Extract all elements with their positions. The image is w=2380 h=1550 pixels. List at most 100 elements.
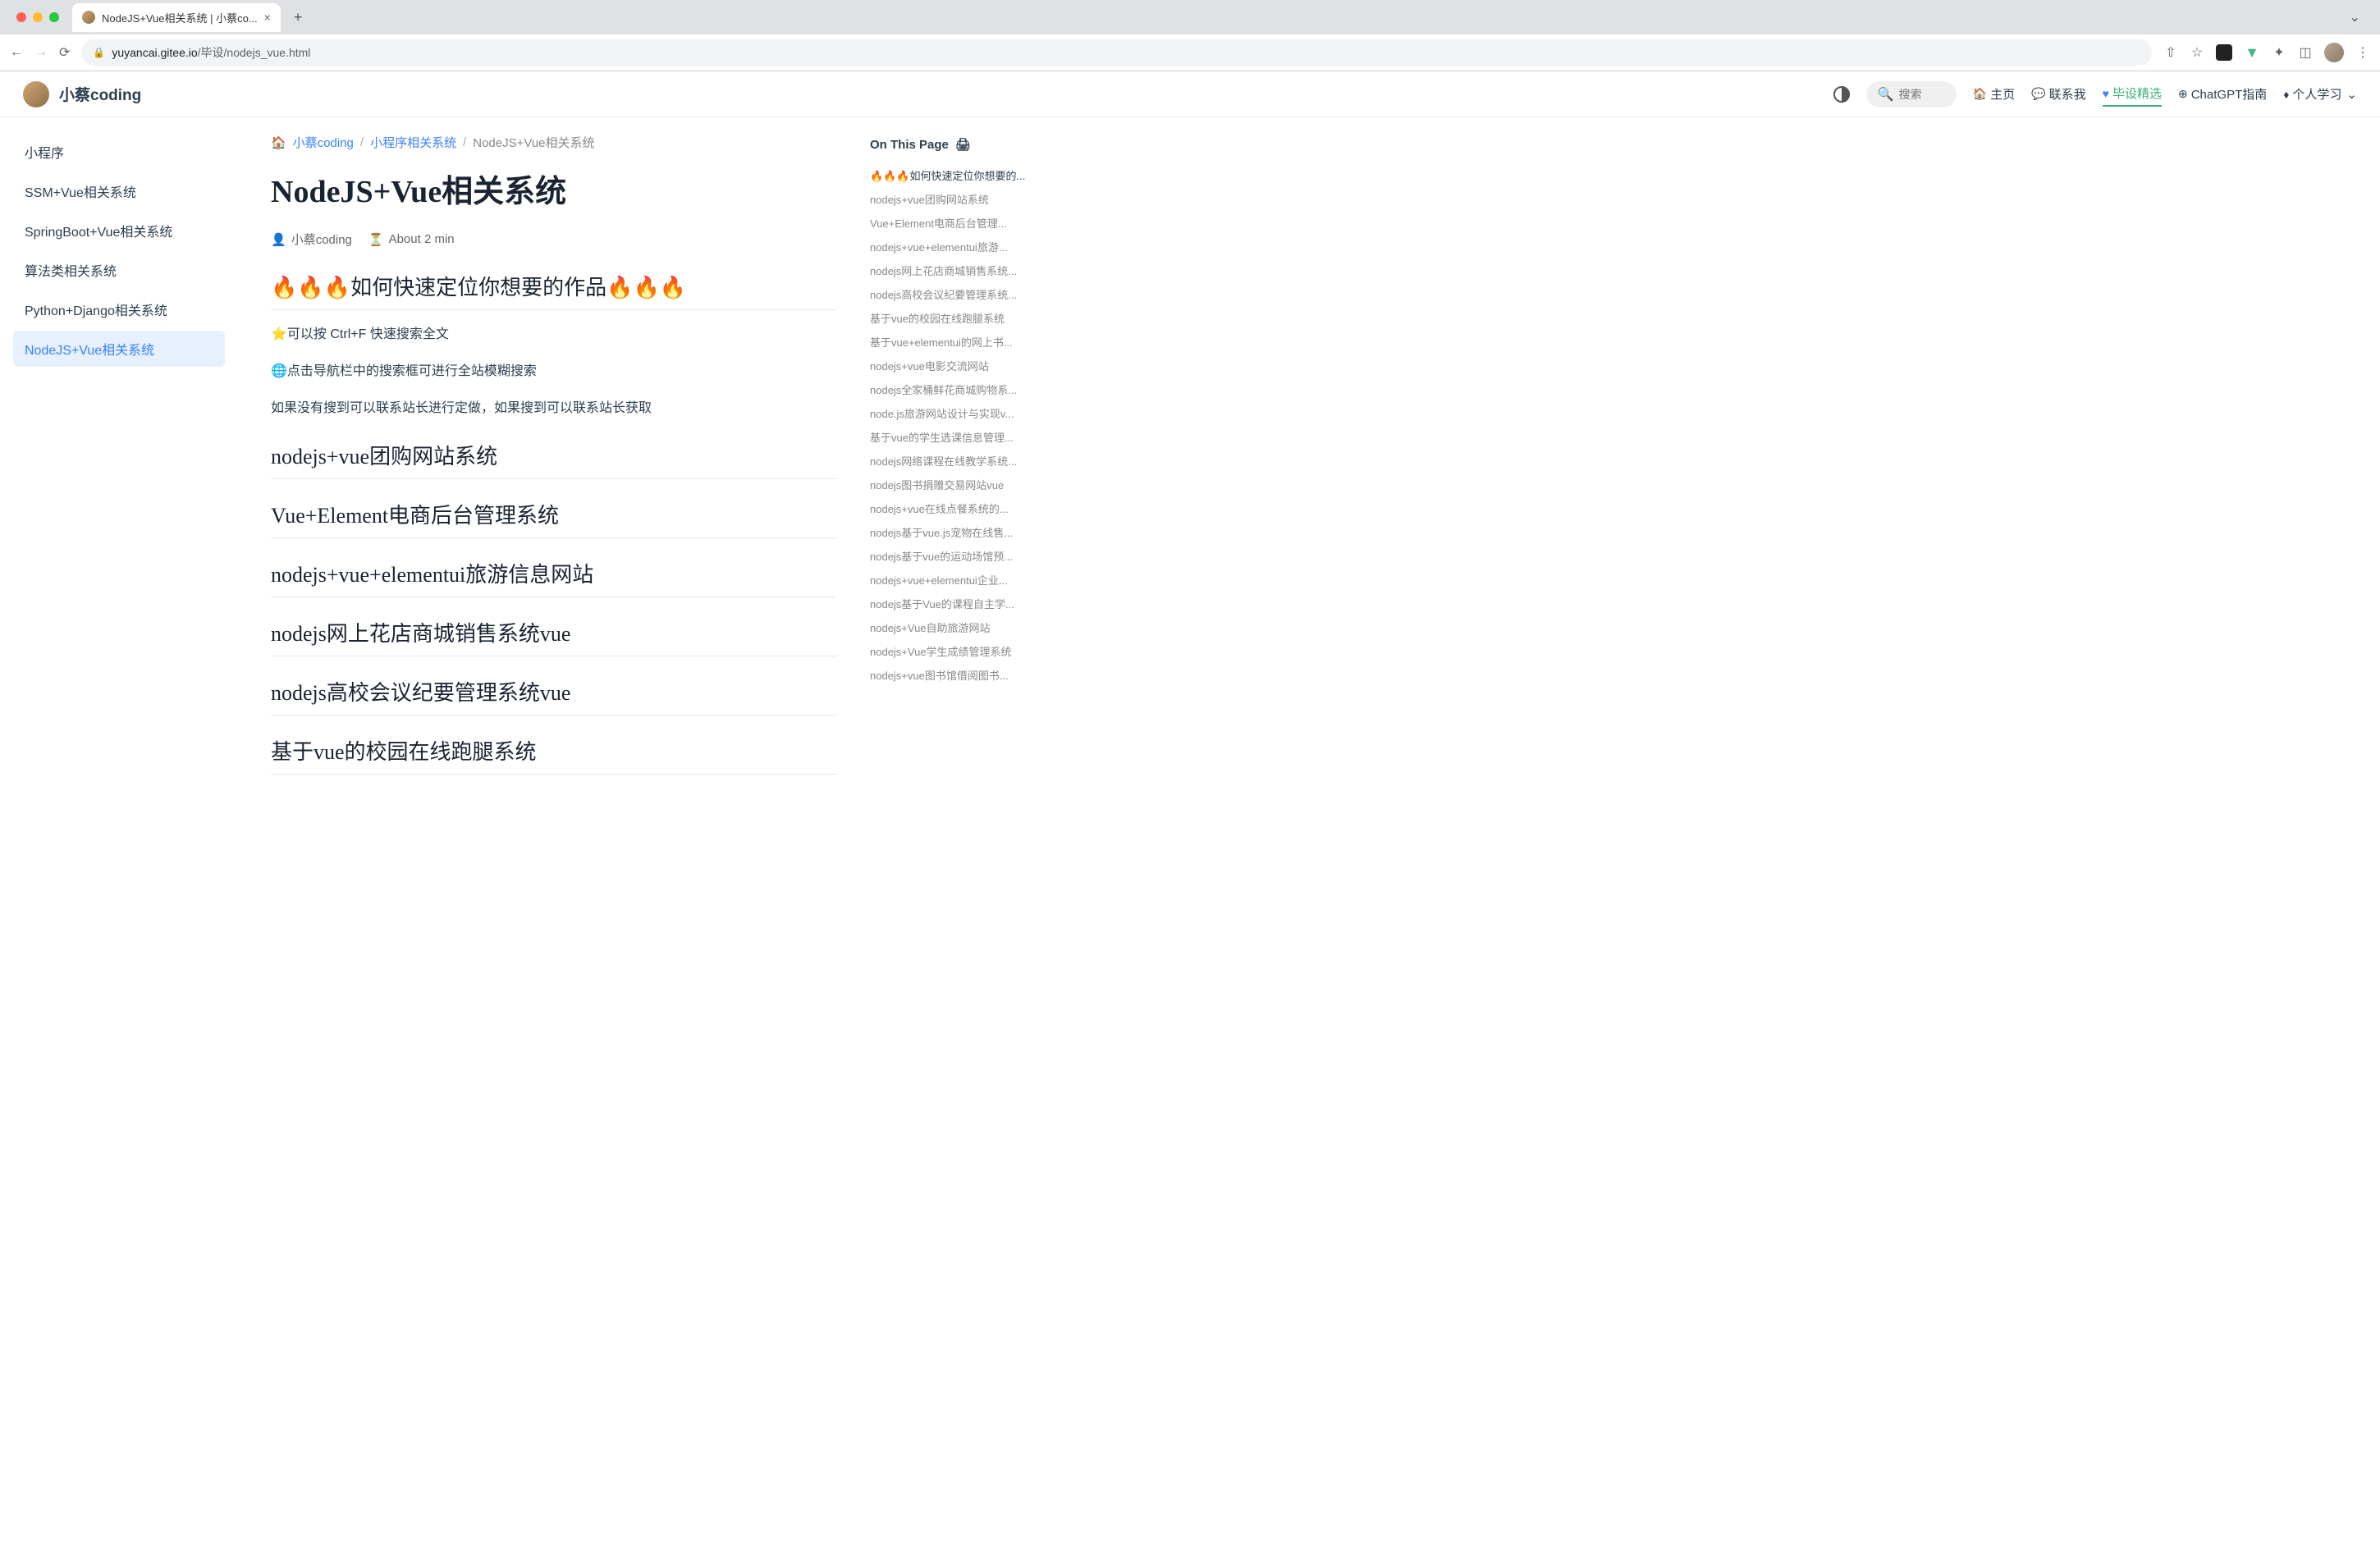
extensions-icon[interactable]: ✦ bbox=[2272, 45, 2286, 60]
close-tab-button[interactable]: × bbox=[264, 11, 271, 24]
toc-item[interactable]: Vue+Element电商后台管理... bbox=[870, 211, 1046, 235]
tab-bar: NodeJS+Vue相关系统 | 小蔡co... × + ⌄ bbox=[0, 0, 2380, 34]
search-box[interactable]: 🔍 bbox=[1866, 81, 1957, 107]
browser-toolbar: ← → ⟳ 🔒 yuyancai.gitee.io/毕设/nodejs_vue.… bbox=[0, 34, 2380, 71]
main-layout: 小程序 SSM+Vue相关系统 SpringBoot+Vue相关系统 算法类相关… bbox=[0, 117, 2380, 1550]
paragraph: 🌐点击导航栏中的搜索框可进行全站模糊搜索 bbox=[271, 360, 837, 384]
browser-tab[interactable]: NodeJS+Vue相关系统 | 小蔡co... × bbox=[72, 3, 281, 32]
compass-icon: ⊕ bbox=[2178, 87, 2188, 101]
paragraph: 如果没有搜到可以联系站长进行定做，如果搜到可以联系站长获取 bbox=[271, 397, 837, 421]
minimize-window-button[interactable] bbox=[33, 12, 43, 22]
toc-item[interactable]: nodejs+vue+elementui企业... bbox=[870, 568, 1046, 592]
meta-readtime: ⏳About 2 min bbox=[368, 232, 455, 247]
tab-title: NodeJS+Vue相关系统 | 小蔡co... bbox=[102, 10, 258, 25]
toc-item[interactable]: nodejs网上花店商城销售系统... bbox=[870, 258, 1046, 282]
search-icon: 🔍 bbox=[1878, 86, 1894, 103]
share-icon[interactable]: ⇧ bbox=[2163, 45, 2178, 60]
maximize-window-button[interactable] bbox=[49, 12, 59, 22]
toolbar-right: ⇧ ☆ ▼ ✦ ◫ ⋮ bbox=[2163, 43, 2370, 62]
hourglass-icon: ⏳ bbox=[368, 232, 384, 247]
reload-button[interactable]: ⟳ bbox=[59, 44, 70, 61]
address-bar[interactable]: 🔒 yuyancai.gitee.io/毕设/nodejs_vue.html bbox=[81, 39, 2152, 66]
table-of-contents: On This Page 🖨 🔥🔥🔥如何快速定位你想要的...nodejs+vu… bbox=[870, 117, 1059, 1550]
chat-icon: 💬 bbox=[2031, 87, 2045, 101]
breadcrumb-sep: / bbox=[463, 135, 466, 149]
sidebar: 小程序 SSM+Vue相关系统 SpringBoot+Vue相关系统 算法类相关… bbox=[0, 117, 238, 1550]
nav-home[interactable]: 🏠主页 bbox=[1973, 82, 2015, 106]
toc-item[interactable]: nodejs+vue团购网站系统 bbox=[870, 187, 1046, 211]
breadcrumb-mid[interactable]: 小程序相关系统 bbox=[370, 134, 456, 151]
section-heading: nodejs+vue+elementui旅游信息网站 bbox=[271, 558, 837, 597]
vue-devtools-icon[interactable]: ▼ bbox=[2244, 44, 2260, 61]
print-icon[interactable]: 🖨 bbox=[955, 137, 971, 152]
page-title: NodeJS+Vue相关系统 bbox=[271, 166, 837, 211]
toc-item[interactable]: nodejs+Vue学生成绩管理系统 bbox=[870, 639, 1046, 663]
toc-item[interactable]: node.js旅游网站设计与实现v... bbox=[870, 401, 1046, 425]
toc-item[interactable]: nodejs基于Vue的课程自主学... bbox=[870, 592, 1046, 615]
site-logo[interactable] bbox=[23, 81, 49, 107]
section-heading: nodejs+vue团购网站系统 bbox=[271, 440, 837, 479]
section-heading: 基于vue的校园在线跑腿系统 bbox=[271, 735, 837, 775]
site-navbar: 小蔡coding 🔍 🏠主页 💬联系我 ♥毕设精选 ⊕ChatGPT指南 ♦个人… bbox=[0, 71, 2380, 117]
sidebar-item-nodejs-vue[interactable]: NodeJS+Vue相关系统 bbox=[13, 331, 225, 367]
nav-chatgpt[interactable]: ⊕ChatGPT指南 bbox=[2178, 82, 2267, 106]
toc-item[interactable]: 基于vue+elementui的网上书... bbox=[870, 330, 1046, 354]
toc-item[interactable]: 基于vue的校园在线跑腿系统 bbox=[870, 306, 1046, 330]
bookmark-icon[interactable]: ☆ bbox=[2190, 45, 2204, 60]
sidebar-item-ssm-vue[interactable]: SSM+Vue相关系统 bbox=[13, 173, 225, 209]
page-meta: 👤小蔡coding ⏳About 2 min bbox=[271, 231, 837, 248]
sidebar-item-algorithm[interactable]: 算法类相关系统 bbox=[13, 252, 225, 288]
forward-button[interactable]: → bbox=[34, 45, 48, 60]
toc-item[interactable]: nodejs图书捐赠交易网站vue bbox=[870, 473, 1046, 496]
toc-item[interactable]: nodejs全家桶鲜花商城购物系... bbox=[870, 377, 1046, 401]
toc-item[interactable]: nodejs基于vue的运动场馆预... bbox=[870, 544, 1046, 568]
nav-projects[interactable]: ♥毕设精选 bbox=[2103, 81, 2162, 107]
section-heading: nodejs网上花店商城销售系统vue bbox=[271, 617, 837, 656]
browser-chrome: NodeJS+Vue相关系统 | 小蔡co... × + ⌄ ← → ⟳ 🔒 y… bbox=[0, 0, 2380, 71]
section-heading: nodejs高校会议纪要管理系统vue bbox=[271, 676, 837, 716]
toc-item[interactable]: nodejs高校会议纪要管理系统... bbox=[870, 282, 1046, 306]
meta-author: 👤小蔡coding bbox=[271, 231, 352, 248]
sidebar-item-python-django[interactable]: Python+Django相关系统 bbox=[13, 291, 225, 327]
tabs-dropdown-button[interactable]: ⌄ bbox=[2340, 9, 2370, 25]
toc-item[interactable]: nodejs+vue在线点餐系统的... bbox=[870, 496, 1046, 520]
sidebar-item-miniprogram[interactable]: 小程序 bbox=[13, 134, 225, 170]
new-tab-button[interactable]: + bbox=[287, 9, 309, 26]
url-text: yuyancai.gitee.io/毕设/nodejs_vue.html bbox=[112, 44, 310, 61]
sidebar-item-springboot-vue[interactable]: SpringBoot+Vue相关系统 bbox=[13, 213, 225, 249]
nav-contact[interactable]: 💬联系我 bbox=[2031, 82, 2085, 106]
breadcrumb: 🏠 小蔡coding / 小程序相关系统 / NodeJS+Vue相关系统 bbox=[271, 134, 837, 151]
section-heading: Vue+Element电商后台管理系统 bbox=[271, 499, 837, 538]
breadcrumb-current: NodeJS+Vue相关系统 bbox=[473, 134, 594, 151]
profile-avatar[interactable] bbox=[2324, 43, 2344, 62]
content: 🏠 小蔡coding / 小程序相关系统 / NodeJS+Vue相关系统 No… bbox=[238, 117, 870, 1550]
toc-item[interactable]: nodejs+vue+elementui旅游... bbox=[870, 235, 1046, 258]
theme-toggle-button[interactable] bbox=[1833, 86, 1850, 103]
user-icon: 👤 bbox=[271, 232, 286, 247]
breadcrumb-sep: / bbox=[360, 135, 364, 149]
toc-item[interactable]: nodejs基于vue.js宠物在线售... bbox=[870, 520, 1046, 544]
nav-learning[interactable]: ♦个人学习⌄ bbox=[2283, 82, 2357, 106]
menu-icon[interactable]: ⋮ bbox=[2355, 45, 2370, 60]
breadcrumb-home[interactable]: 小蔡coding bbox=[293, 134, 354, 151]
search-input[interactable] bbox=[1899, 88, 1948, 101]
toc-title: On This Page 🖨 bbox=[870, 137, 1046, 152]
lock-icon: 🔒 bbox=[93, 47, 105, 58]
sidepanel-icon[interactable]: ◫ bbox=[2298, 45, 2313, 60]
toc-item[interactable]: nodejs+vue电影交流网站 bbox=[870, 354, 1046, 377]
section-heading-intro: 🔥🔥🔥如何快速定位你想要的作品🔥🔥🔥 bbox=[271, 271, 837, 310]
window-controls bbox=[10, 12, 66, 22]
back-button[interactable]: ← bbox=[10, 45, 23, 60]
toc-item[interactable]: nodejs+vue图书馆借阅图书... bbox=[870, 663, 1046, 687]
toc-item[interactable]: 基于vue的学生选课信息管理... bbox=[870, 425, 1046, 449]
paragraph: ⭐可以按 Ctrl+F 快速搜索全文 bbox=[271, 323, 837, 347]
heart-icon: ♥ bbox=[2103, 87, 2109, 100]
chevron-down-icon: ⌄ bbox=[2346, 87, 2357, 102]
close-window-button[interactable] bbox=[16, 12, 26, 22]
toc-item[interactable]: 🔥🔥🔥如何快速定位你想要的... bbox=[870, 163, 1046, 187]
toc-item[interactable]: nodejs+Vue自助旅游网站 bbox=[870, 615, 1046, 639]
extension-icon[interactable] bbox=[2216, 44, 2232, 61]
toc-item[interactable]: nodejs网络课程在线教学系统... bbox=[870, 449, 1046, 473]
site-title[interactable]: 小蔡coding bbox=[59, 83, 141, 105]
home-icon: 🏠 bbox=[271, 135, 286, 150]
